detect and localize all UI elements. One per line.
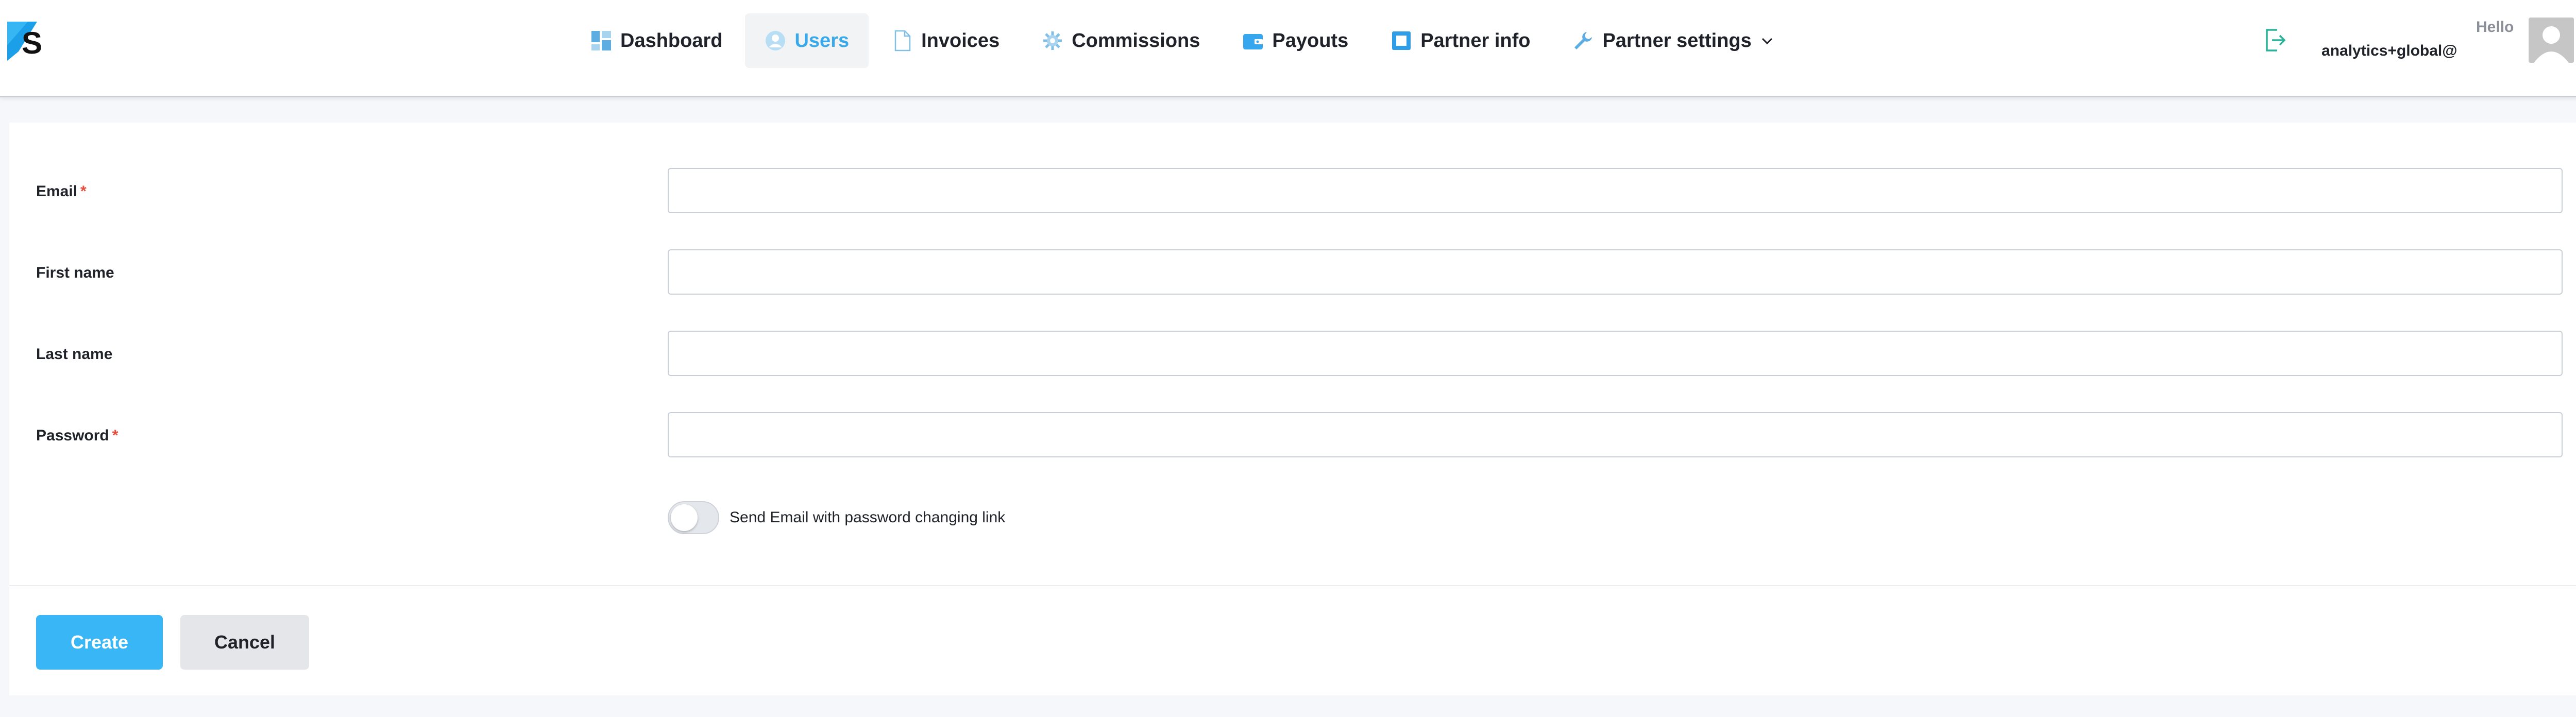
gear-icon [1042,30,1063,52]
email-label: Email * [36,168,87,215]
wallet-icon [1242,30,1264,52]
user-icon [765,30,786,52]
password-row: Password * [9,412,2576,459]
password-field[interactable] [668,412,2563,457]
last-name-field[interactable] [668,331,2563,376]
send-email-toggle-row: Send Email with password changing link [668,501,1005,535]
zs-logo-icon[interactable]: S [7,22,44,61]
svg-text:S: S [22,26,42,60]
create-button[interactable]: Create [36,615,163,670]
wrench-icon [1572,30,1594,52]
nav-commissions[interactable]: Commissions [1022,13,1219,68]
email-row: Email * [9,168,2576,215]
first-name-label: First name [36,264,114,281]
email-field[interactable] [668,168,2563,213]
toggle-knob [671,504,698,531]
send-email-toggle[interactable] [668,501,719,534]
send-email-toggle-label: Send Email with password changing link [730,509,1006,526]
create-user-form: Email * First name Last name Password * Se… [9,123,2576,695]
last-name-row: Last name [9,331,2576,378]
nav-users-label: Users [794,29,850,52]
chevron-down-icon [1760,33,1774,48]
nav-dashboard[interactable]: Dashboard [571,13,742,68]
nav-partner-settings-label: Partner settings [1602,29,1752,52]
required-mark: * [112,427,118,444]
nav-partner-info[interactable]: Partner info [1371,13,1550,68]
top-header: S Dashboard Users Invoices Commissions P… [0,0,2576,97]
nav-invoices-label: Invoices [921,29,1000,52]
nav-commissions-label: Commissions [1072,29,1200,52]
avatar-icon[interactable] [2529,18,2574,63]
nav-payouts-label: Payouts [1272,29,1349,52]
divider [9,585,2576,586]
last-name-label: Last name [36,346,113,363]
nav-invoices[interactable]: Invoices [872,13,1019,68]
password-label-text: Password [36,427,109,444]
square-icon [1391,30,1412,52]
email-label-text: Email [36,183,78,200]
user-email[interactable]: analytics+global@ [2321,42,2458,60]
first-name-row: First name [9,249,2576,297]
cancel-button[interactable]: Cancel [180,615,309,670]
nav-users[interactable]: Users [745,13,869,68]
logout-icon[interactable] [2264,27,2286,54]
password-label: Password * [36,412,118,459]
required-mark: * [80,183,87,200]
document-icon [891,30,913,52]
first-name-field[interactable] [668,249,2563,295]
hello-text: Hello [2476,19,2514,36]
nav-partner-info-label: Partner info [1420,29,1531,52]
nav-dashboard-label: Dashboard [620,29,723,52]
nav-payouts[interactable]: Payouts [1223,13,1368,68]
main-nav: Dashboard Users Invoices Commissions Pay… [571,13,1797,68]
dashboard-icon [590,30,612,52]
nav-partner-settings[interactable]: Partner settings [1553,13,1793,68]
